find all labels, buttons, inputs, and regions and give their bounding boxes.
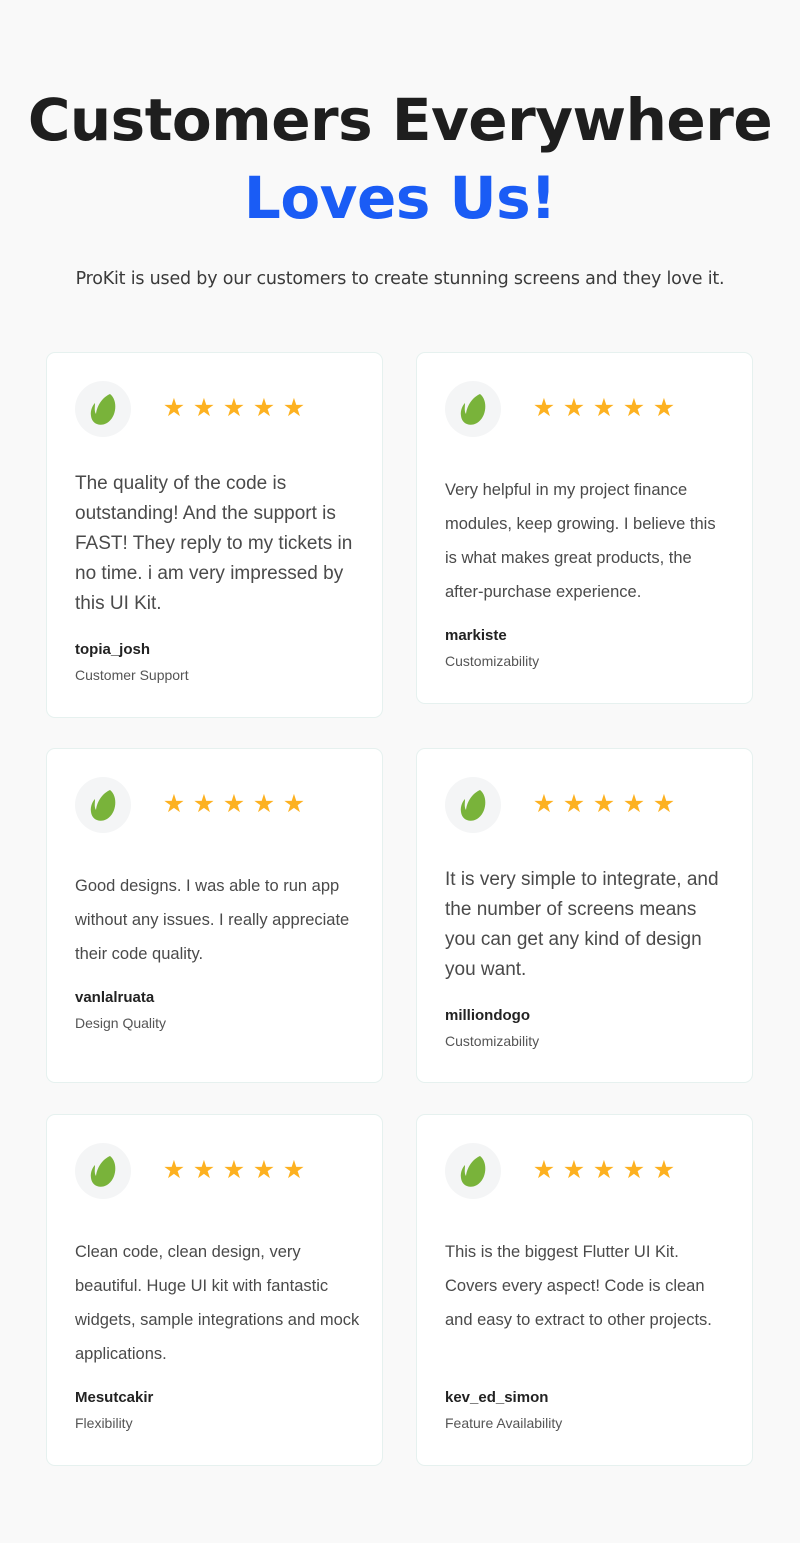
star-icon: ★ bbox=[282, 393, 306, 422]
star-icon: ★ bbox=[532, 393, 556, 422]
leaf-logo-icon bbox=[445, 1143, 501, 1199]
star-icon: ★ bbox=[282, 789, 306, 818]
star-icon: ★ bbox=[592, 393, 616, 422]
star-icon: ★ bbox=[532, 1155, 556, 1184]
testimonial-quote: Good designs. I was able to run app with… bbox=[75, 877, 350, 963]
page-title: Customers Everywhere bbox=[27, 86, 773, 154]
testimonial-quote: Clean code, clean design, very beautiful… bbox=[75, 1243, 360, 1363]
star-rating: ★ ★ ★ ★ ★ bbox=[161, 393, 307, 423]
star-icon: ★ bbox=[652, 789, 676, 818]
star-rating: ★ ★ ★ ★ ★ bbox=[531, 393, 677, 423]
testimonial-quote: The quality of the code is outstanding! … bbox=[75, 473, 353, 614]
star-icon: ★ bbox=[562, 393, 586, 422]
star-icon: ★ bbox=[252, 1155, 276, 1184]
star-icon: ★ bbox=[192, 393, 216, 422]
star-icon: ★ bbox=[162, 789, 186, 818]
testimonial-category: Design Quality bbox=[75, 1015, 167, 1031]
star-icon: ★ bbox=[252, 393, 276, 422]
testimonial-category: Flexibility bbox=[75, 1415, 133, 1431]
testimonial-card: ★ ★ ★ ★ ★ Very helpful in my project finance … bbox=[416, 352, 753, 704]
star-icon: ★ bbox=[532, 789, 556, 818]
star-rating: ★ ★ ★ ★ ★ bbox=[531, 789, 677, 819]
star-icon: ★ bbox=[622, 789, 646, 818]
star-icon: ★ bbox=[592, 1155, 616, 1184]
star-icon: ★ bbox=[162, 1155, 186, 1184]
testimonial-card: ★ ★ ★ ★ ★ Good designs. I was able to run app… bbox=[46, 748, 383, 1083]
leaf-logo-icon bbox=[75, 381, 131, 437]
testimonial-card: ★ ★ ★ ★ ★ The quality of the code is outstand… bbox=[46, 352, 383, 718]
star-icon: ★ bbox=[252, 789, 276, 818]
star-icon: ★ bbox=[562, 789, 586, 818]
star-icon: ★ bbox=[222, 393, 246, 422]
testimonial-quote: Very helpful in my project finance modul… bbox=[445, 481, 716, 601]
star-icon: ★ bbox=[192, 1155, 216, 1184]
testimonial-category: Customizability bbox=[445, 1033, 540, 1049]
testimonial-category: Customizability bbox=[445, 653, 540, 669]
star-icon: ★ bbox=[162, 393, 186, 422]
star-icon: ★ bbox=[222, 789, 246, 818]
testimonial-category: Customer Support bbox=[75, 667, 189, 683]
testimonial-author: Mesutcakir bbox=[75, 1389, 154, 1406]
testimonial-category: Feature Availability bbox=[445, 1415, 563, 1431]
page-subtitle: ProKit is used by our customers to creat… bbox=[75, 269, 725, 289]
testimonial-author: markiste bbox=[445, 627, 507, 644]
leaf-logo-icon bbox=[75, 1143, 131, 1199]
star-rating: ★ ★ ★ ★ ★ bbox=[161, 1155, 307, 1185]
testimonial-card: ★ ★ ★ ★ ★ This is the biggest Flutter UI Kit.… bbox=[416, 1114, 753, 1466]
testimonial-author: kev_ed_simon bbox=[445, 1389, 549, 1406]
leaf-logo-icon bbox=[445, 381, 501, 437]
star-icon: ★ bbox=[562, 1155, 586, 1184]
testimonial-author: vanlalruata bbox=[75, 989, 155, 1006]
star-icon: ★ bbox=[282, 1155, 306, 1184]
testimonial-author: topia_josh bbox=[75, 641, 151, 658]
star-icon: ★ bbox=[652, 1155, 676, 1184]
leaf-logo-icon bbox=[75, 777, 131, 833]
testimonial-quote: This is the biggest Flutter UI Kit. Cove… bbox=[445, 1243, 712, 1329]
star-icon: ★ bbox=[222, 1155, 246, 1184]
testimonial-card: ★ ★ ★ ★ ★ It is very simple to integrate, and… bbox=[416, 748, 753, 1083]
star-icon: ★ bbox=[592, 789, 616, 818]
leaf-logo-icon bbox=[445, 777, 501, 833]
star-icon: ★ bbox=[622, 393, 646, 422]
star-icon: ★ bbox=[652, 393, 676, 422]
star-icon: ★ bbox=[622, 1155, 646, 1184]
star-icon: ★ bbox=[192, 789, 216, 818]
page-title-accent: Loves Us! bbox=[243, 164, 557, 232]
testimonial-card: ★ ★ ★ ★ ★ Clean code, clean design, very beau… bbox=[46, 1114, 383, 1466]
testimonial-quote: It is very simple to integrate, and the … bbox=[445, 869, 719, 980]
star-rating: ★ ★ ★ ★ ★ bbox=[531, 1155, 677, 1185]
star-rating: ★ ★ ★ ★ ★ bbox=[161, 789, 307, 819]
testimonial-author: milliondogo bbox=[445, 1007, 530, 1024]
